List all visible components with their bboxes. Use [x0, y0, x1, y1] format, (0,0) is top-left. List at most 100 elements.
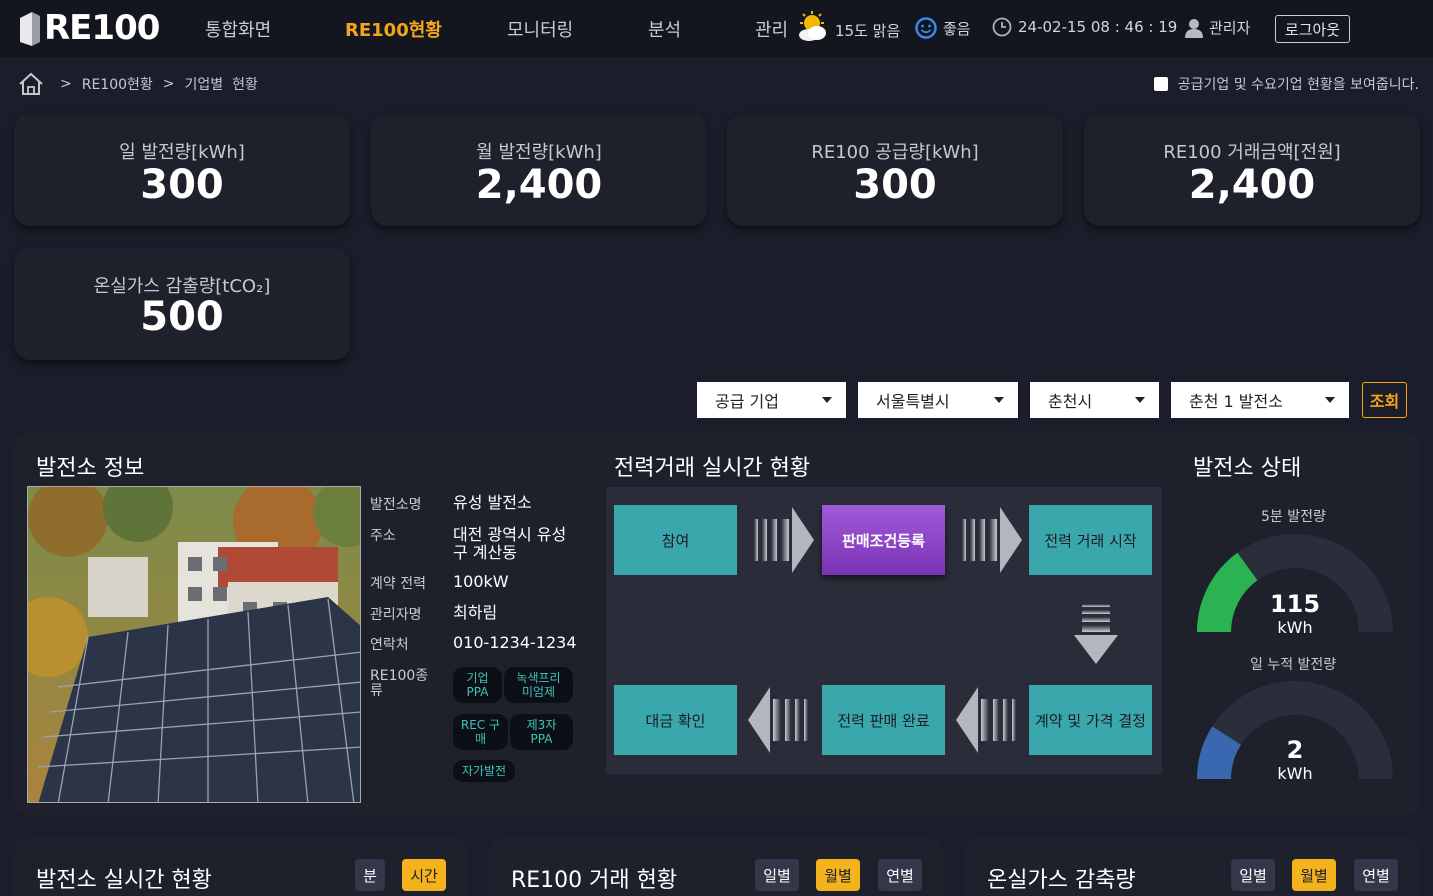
stat-value: 300 — [853, 162, 937, 208]
stat-value: 300 — [140, 162, 224, 208]
address-label: 주소 — [370, 528, 396, 544]
trade-flow-title: 전력거래 실시간 현황 — [614, 456, 811, 481]
tag-line: PPA — [466, 685, 489, 699]
plant-name-value: 유성 발전소 — [453, 493, 532, 512]
stat-label: RE100 공급량[kWh] — [811, 142, 979, 163]
gauge1-readout: 115 kWh — [1255, 590, 1335, 637]
address-line2: 구 계산동 — [453, 543, 517, 562]
gauge-fill — [1197, 726, 1242, 780]
user-widget[interactable]: 관리자 — [1185, 17, 1250, 38]
air-quality-text: 좋음 — [943, 19, 971, 38]
flow-step-contract-price: 계약 및 가격 결정 — [1029, 685, 1152, 755]
chevron-down-icon — [1325, 397, 1335, 403]
gauge-fill — [1197, 552, 1258, 633]
nav-monitoring[interactable]: 모니터링 — [507, 16, 573, 42]
arrow-right-icon — [754, 507, 814, 573]
weather-text: 15도 맑음 — [835, 21, 901, 40]
flow-step-sale-complete: 전력 판매 완료 — [822, 685, 945, 755]
plant-realtime-title: 발전소 실시간 현황 — [36, 868, 212, 893]
select-value: 춘천 1 발전소 — [1189, 392, 1283, 411]
tab-monthly[interactable]: 월별 — [1292, 859, 1336, 891]
tab-daily[interactable]: 일별 — [755, 859, 799, 891]
sun-cloud-icon — [799, 11, 826, 41]
breadcrumb-separator: > — [162, 76, 175, 92]
chevron-down-icon — [822, 397, 832, 403]
gauge1-value: 115 — [1269, 590, 1321, 618]
contract-power-value: 100kW — [453, 572, 509, 591]
region-select[interactable]: 서울특별시 — [858, 382, 1018, 418]
home-icon[interactable] — [18, 72, 44, 96]
tab-yearly[interactable]: 연별 — [878, 859, 922, 891]
arrow-right-icon — [962, 507, 1022, 573]
tag-line: 매 — [474, 732, 487, 746]
manager-value: 최하림 — [453, 603, 498, 622]
chevron-down-icon — [994, 397, 1004, 403]
plant-select[interactable]: 춘천 1 발전소 — [1171, 382, 1349, 418]
tag-line: 녹색프리 — [516, 671, 561, 685]
stat-value: 2,400 — [1188, 162, 1316, 208]
gauge1-label: 5분 발전량 — [1261, 509, 1326, 525]
stat-card-re100-trade-amount: RE100 거래금액[전원] 2,400 — [1084, 114, 1420, 226]
re100-type-label-cont: 류 — [370, 683, 383, 699]
tab-hour[interactable]: 시간 — [402, 859, 446, 891]
user-icon — [1185, 18, 1203, 38]
flow-step-participate: 참여 — [614, 505, 737, 575]
plant-photo — [27, 486, 361, 803]
manager-label: 관리자명 — [370, 607, 422, 623]
gauge2-value: 2 — [1286, 736, 1304, 764]
tab-minute[interactable]: 분 — [355, 859, 385, 891]
tag-line: 기업 — [466, 671, 489, 685]
flow-step-payment-check: 대금 확인 — [614, 685, 737, 755]
breadcrumb-level1[interactable]: RE100현황 — [82, 74, 153, 94]
tag-line: 제3자 — [526, 718, 557, 732]
solar-panel-photo-icon — [28, 487, 360, 802]
stat-label: 월 발전량[kWh] — [476, 142, 602, 163]
nav-analysis[interactable]: 분석 — [648, 16, 681, 42]
breadcrumb-level2: 기업별 현황 — [184, 77, 258, 93]
tag-line: REC 구 — [460, 718, 501, 732]
stat-card-ghg-reduction: 온실가스 감출량[tCO₂] 500 — [14, 248, 350, 360]
select-value: 공급 기업 — [715, 392, 779, 411]
chevron-down-icon — [1135, 397, 1145, 403]
logout-button[interactable]: 로그아웃 — [1275, 15, 1350, 43]
re100-logo[interactable]: RE100 — [18, 8, 160, 48]
stat-value: 500 — [140, 294, 224, 340]
flow-step-register-conditions: 판매조건등록 — [822, 505, 945, 575]
tag-line: 자가발전 — [461, 764, 507, 778]
re100-trade-title: RE100 거래 현황 — [511, 868, 678, 893]
nav-re100-status[interactable]: RE100현황 — [345, 16, 442, 42]
tag-line: PPA — [530, 732, 553, 746]
tag-third-party-ppa: 제3자 PPA — [510, 714, 573, 750]
clock-icon — [992, 17, 1012, 37]
tab-yearly[interactable]: 연별 — [1354, 859, 1398, 891]
tab-daily[interactable]: 일별 — [1231, 859, 1275, 891]
tag-corporate-ppa: 기업 PPA — [453, 667, 502, 703]
select-value: 서울특별시 — [876, 392, 950, 411]
tag-green-premium: 녹색프리 미엄제 — [504, 667, 573, 703]
nav-management[interactable]: 관리 — [755, 16, 788, 42]
gauge1-unit: kWh — [1277, 618, 1313, 637]
nav-dashboard[interactable]: 통합화면 — [205, 16, 271, 42]
plant-name-label: 발전소명 — [370, 497, 422, 513]
notice-row: 공급기업 및 수요기업 현황을 보여줍니다. — [1153, 74, 1419, 94]
contact-label: 연락처 — [370, 637, 409, 653]
logo-mark-icon — [20, 12, 40, 46]
stat-label: RE100 거래금액[전원] — [1163, 142, 1341, 163]
notice-checkbox[interactable] — [1153, 77, 1168, 91]
user-name: 관리자 — [1209, 19, 1251, 37]
arrow-left-icon — [956, 687, 1016, 753]
company-type-select[interactable]: 공급 기업 — [697, 382, 846, 418]
city-select[interactable]: 춘천시 — [1030, 382, 1159, 418]
select-value: 춘천시 — [1048, 392, 1093, 411]
tab-monthly[interactable]: 월별 — [816, 859, 860, 891]
plant-info-title: 발전소 정보 — [36, 456, 145, 481]
smile-face-icon — [915, 17, 937, 39]
stat-card-monthly-generation: 월 발전량[kWh] 2,400 — [371, 114, 707, 226]
tag-rec-purchase: REC 구 매 — [453, 714, 508, 750]
datetime-widget: 24-02-15 08 : 46 : 19 — [992, 17, 1177, 37]
tag-line: 미엄제 — [521, 685, 556, 699]
contact-value: 010-1234-1234 — [453, 633, 577, 652]
breadcrumb-separator: > — [60, 76, 72, 92]
gauge2-label: 일 누적 발전량 — [1250, 657, 1337, 673]
search-button[interactable]: 조회 — [1362, 382, 1407, 418]
